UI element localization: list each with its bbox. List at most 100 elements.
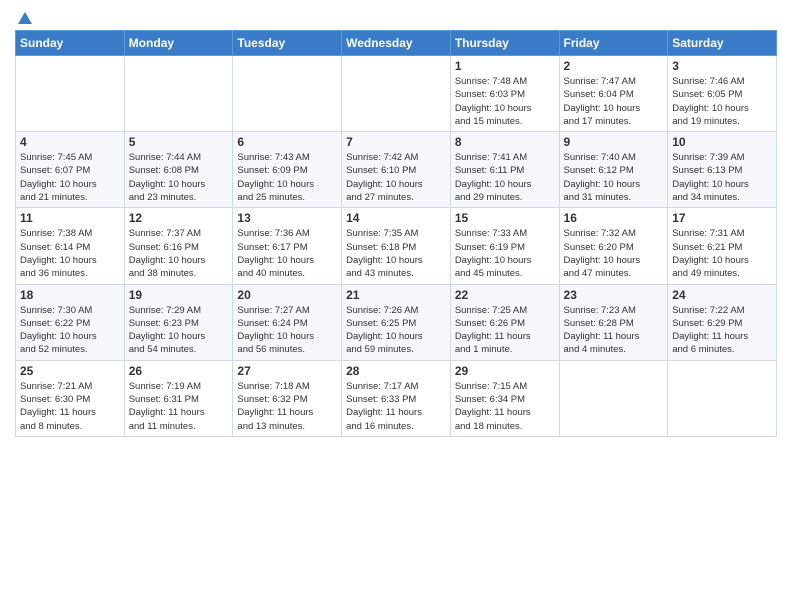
day-detail: Sunrise: 7:30 AM Sunset: 6:22 PM Dayligh…	[20, 304, 120, 357]
calendar-cell: 5Sunrise: 7:44 AM Sunset: 6:08 PM Daylig…	[124, 132, 233, 208]
header-day-monday: Monday	[124, 31, 233, 56]
calendar-cell: 2 Sunrise: 7:47 AM Sunset: 6:04 PM Daylig…	[559, 56, 668, 132]
day-detail: Sunrise: 7:17 AM Sunset: 6:33 PM Dayligh…	[346, 380, 446, 433]
calendar-cell: 9Sunrise: 7:40 AM Sunset: 6:12 PM Daylig…	[559, 132, 668, 208]
day-number: 14	[346, 211, 446, 225]
day-number: 26	[129, 364, 229, 378]
day-detail: Sunrise: 7:29 AM Sunset: 6:23 PM Dayligh…	[129, 304, 229, 357]
day-detail: Sunrise: 7:31 AM Sunset: 6:21 PM Dayligh…	[672, 227, 772, 280]
day-detail: Sunrise: 7:37 AM Sunset: 6:16 PM Dayligh…	[129, 227, 229, 280]
day-number: 12	[129, 211, 229, 225]
calendar-cell: 18 Sunrise: 7:30 AM Sunset: 6:22 PM Dayli…	[16, 284, 125, 360]
day-number: 22	[455, 288, 555, 302]
day-number: 18	[20, 288, 120, 302]
day-detail: Sunrise: 7:44 AM Sunset: 6:08 PM Dayligh…	[129, 151, 229, 204]
header-day-saturday: Saturday	[668, 31, 777, 56]
calendar-cell: 22 Sunrise: 7:25 AM Sunset: 6:26 PM Dayli…	[450, 284, 559, 360]
day-detail: Sunrise: 7:48 AM Sunset: 6:03 PM Dayligh…	[455, 75, 555, 128]
calendar-cell: 20 Sunrise: 7:27 AM Sunset: 6:24 PM Dayli…	[233, 284, 342, 360]
day-detail: Sunrise: 7:35 AM Sunset: 6:18 PM Dayligh…	[346, 227, 446, 280]
day-number: 3	[672, 59, 772, 73]
day-number: 27	[237, 364, 337, 378]
calendar-week-3: 11 Sunrise: 7:38 AM Sunset: 6:14 PM Dayli…	[16, 208, 777, 284]
day-detail: Sunrise: 7:22 AM Sunset: 6:29 PM Dayligh…	[672, 304, 772, 357]
day-number: 17	[672, 211, 772, 225]
calendar-cell: 10 Sunrise: 7:39 AM Sunset: 6:13 PM Dayli…	[668, 132, 777, 208]
calendar-cell: 23 Sunrise: 7:23 AM Sunset: 6:28 PM Dayli…	[559, 284, 668, 360]
calendar-cell	[124, 56, 233, 132]
calendar-cell	[668, 360, 777, 436]
day-detail: Sunrise: 7:45 AM Sunset: 6:07 PM Dayligh…	[20, 151, 120, 204]
day-number: 19	[129, 288, 229, 302]
day-detail: Sunrise: 7:43 AM Sunset: 6:09 PM Dayligh…	[237, 151, 337, 204]
day-number: 6	[237, 135, 337, 149]
calendar-cell: 29 Sunrise: 7:15 AM Sunset: 6:34 PM Dayli…	[450, 360, 559, 436]
calendar-header: SundayMondayTuesdayWednesdayThursdayFrid…	[16, 31, 777, 56]
header-day-friday: Friday	[559, 31, 668, 56]
day-detail: Sunrise: 7:33 AM Sunset: 6:19 PM Dayligh…	[455, 227, 555, 280]
calendar-cell: 19 Sunrise: 7:29 AM Sunset: 6:23 PM Dayli…	[124, 284, 233, 360]
day-detail: Sunrise: 7:41 AM Sunset: 6:11 PM Dayligh…	[455, 151, 555, 204]
day-detail: Sunrise: 7:40 AM Sunset: 6:12 PM Dayligh…	[564, 151, 664, 204]
calendar-cell: 28 Sunrise: 7:17 AM Sunset: 6:33 PM Dayli…	[342, 360, 451, 436]
day-number: 2	[564, 59, 664, 73]
calendar-week-2: 4Sunrise: 7:45 AM Sunset: 6:07 PM Daylig…	[16, 132, 777, 208]
day-detail: Sunrise: 7:27 AM Sunset: 6:24 PM Dayligh…	[237, 304, 337, 357]
day-detail: Sunrise: 7:32 AM Sunset: 6:20 PM Dayligh…	[564, 227, 664, 280]
calendar-cell: 16 Sunrise: 7:32 AM Sunset: 6:20 PM Dayli…	[559, 208, 668, 284]
calendar-cell: 24 Sunrise: 7:22 AM Sunset: 6:29 PM Dayli…	[668, 284, 777, 360]
day-detail: Sunrise: 7:23 AM Sunset: 6:28 PM Dayligh…	[564, 304, 664, 357]
day-detail: Sunrise: 7:46 AM Sunset: 6:05 PM Dayligh…	[672, 75, 772, 128]
day-number: 20	[237, 288, 337, 302]
calendar-cell: 14 Sunrise: 7:35 AM Sunset: 6:18 PM Dayli…	[342, 208, 451, 284]
header	[15, 10, 777, 24]
day-detail: Sunrise: 7:47 AM Sunset: 6:04 PM Dayligh…	[564, 75, 664, 128]
logo-icon	[16, 10, 34, 28]
calendar-cell: 13 Sunrise: 7:36 AM Sunset: 6:17 PM Dayli…	[233, 208, 342, 284]
calendar-cell	[16, 56, 125, 132]
calendar-cell: 25 Sunrise: 7:21 AM Sunset: 6:30 PM Dayli…	[16, 360, 125, 436]
calendar-cell: 4Sunrise: 7:45 AM Sunset: 6:07 PM Daylig…	[16, 132, 125, 208]
day-detail: Sunrise: 7:21 AM Sunset: 6:30 PM Dayligh…	[20, 380, 120, 433]
calendar-cell	[559, 360, 668, 436]
header-day-sunday: Sunday	[16, 31, 125, 56]
calendar-cell: 11 Sunrise: 7:38 AM Sunset: 6:14 PM Dayli…	[16, 208, 125, 284]
day-number: 15	[455, 211, 555, 225]
day-detail: Sunrise: 7:38 AM Sunset: 6:14 PM Dayligh…	[20, 227, 120, 280]
calendar-cell: 26 Sunrise: 7:19 AM Sunset: 6:31 PM Dayli…	[124, 360, 233, 436]
calendar-cell: 1 Sunrise: 7:48 AM Sunset: 6:03 PM Daylig…	[450, 56, 559, 132]
header-day-tuesday: Tuesday	[233, 31, 342, 56]
calendar-cell	[233, 56, 342, 132]
day-number: 29	[455, 364, 555, 378]
calendar-table: SundayMondayTuesdayWednesdayThursdayFrid…	[15, 30, 777, 437]
day-number: 16	[564, 211, 664, 225]
day-detail: Sunrise: 7:25 AM Sunset: 6:26 PM Dayligh…	[455, 304, 555, 357]
calendar-cell: 12 Sunrise: 7:37 AM Sunset: 6:16 PM Dayli…	[124, 208, 233, 284]
day-detail: Sunrise: 7:42 AM Sunset: 6:10 PM Dayligh…	[346, 151, 446, 204]
day-detail: Sunrise: 7:15 AM Sunset: 6:34 PM Dayligh…	[455, 380, 555, 433]
header-day-wednesday: Wednesday	[342, 31, 451, 56]
day-number: 23	[564, 288, 664, 302]
day-detail: Sunrise: 7:39 AM Sunset: 6:13 PM Dayligh…	[672, 151, 772, 204]
calendar-cell: 27 Sunrise: 7:18 AM Sunset: 6:32 PM Dayli…	[233, 360, 342, 436]
calendar-cell: 8 Sunrise: 7:41 AM Sunset: 6:11 PM Daylig…	[450, 132, 559, 208]
day-detail: Sunrise: 7:18 AM Sunset: 6:32 PM Dayligh…	[237, 380, 337, 433]
day-number: 1	[455, 59, 555, 73]
day-number: 11	[20, 211, 120, 225]
day-number: 13	[237, 211, 337, 225]
day-number: 10	[672, 135, 772, 149]
calendar-cell: 7Sunrise: 7:42 AM Sunset: 6:10 PM Daylig…	[342, 132, 451, 208]
day-detail: Sunrise: 7:36 AM Sunset: 6:17 PM Dayligh…	[237, 227, 337, 280]
day-number: 28	[346, 364, 446, 378]
day-number: 21	[346, 288, 446, 302]
day-number: 25	[20, 364, 120, 378]
calendar-cell	[342, 56, 451, 132]
calendar-cell: 17 Sunrise: 7:31 AM Sunset: 6:21 PM Dayli…	[668, 208, 777, 284]
day-detail: Sunrise: 7:19 AM Sunset: 6:31 PM Dayligh…	[129, 380, 229, 433]
day-number: 8	[455, 135, 555, 149]
logo	[15, 14, 34, 24]
day-number: 24	[672, 288, 772, 302]
calendar-body: 1 Sunrise: 7:48 AM Sunset: 6:03 PM Daylig…	[16, 56, 777, 437]
calendar-cell: 21Sunrise: 7:26 AM Sunset: 6:25 PM Dayli…	[342, 284, 451, 360]
calendar-week-5: 25 Sunrise: 7:21 AM Sunset: 6:30 PM Dayli…	[16, 360, 777, 436]
